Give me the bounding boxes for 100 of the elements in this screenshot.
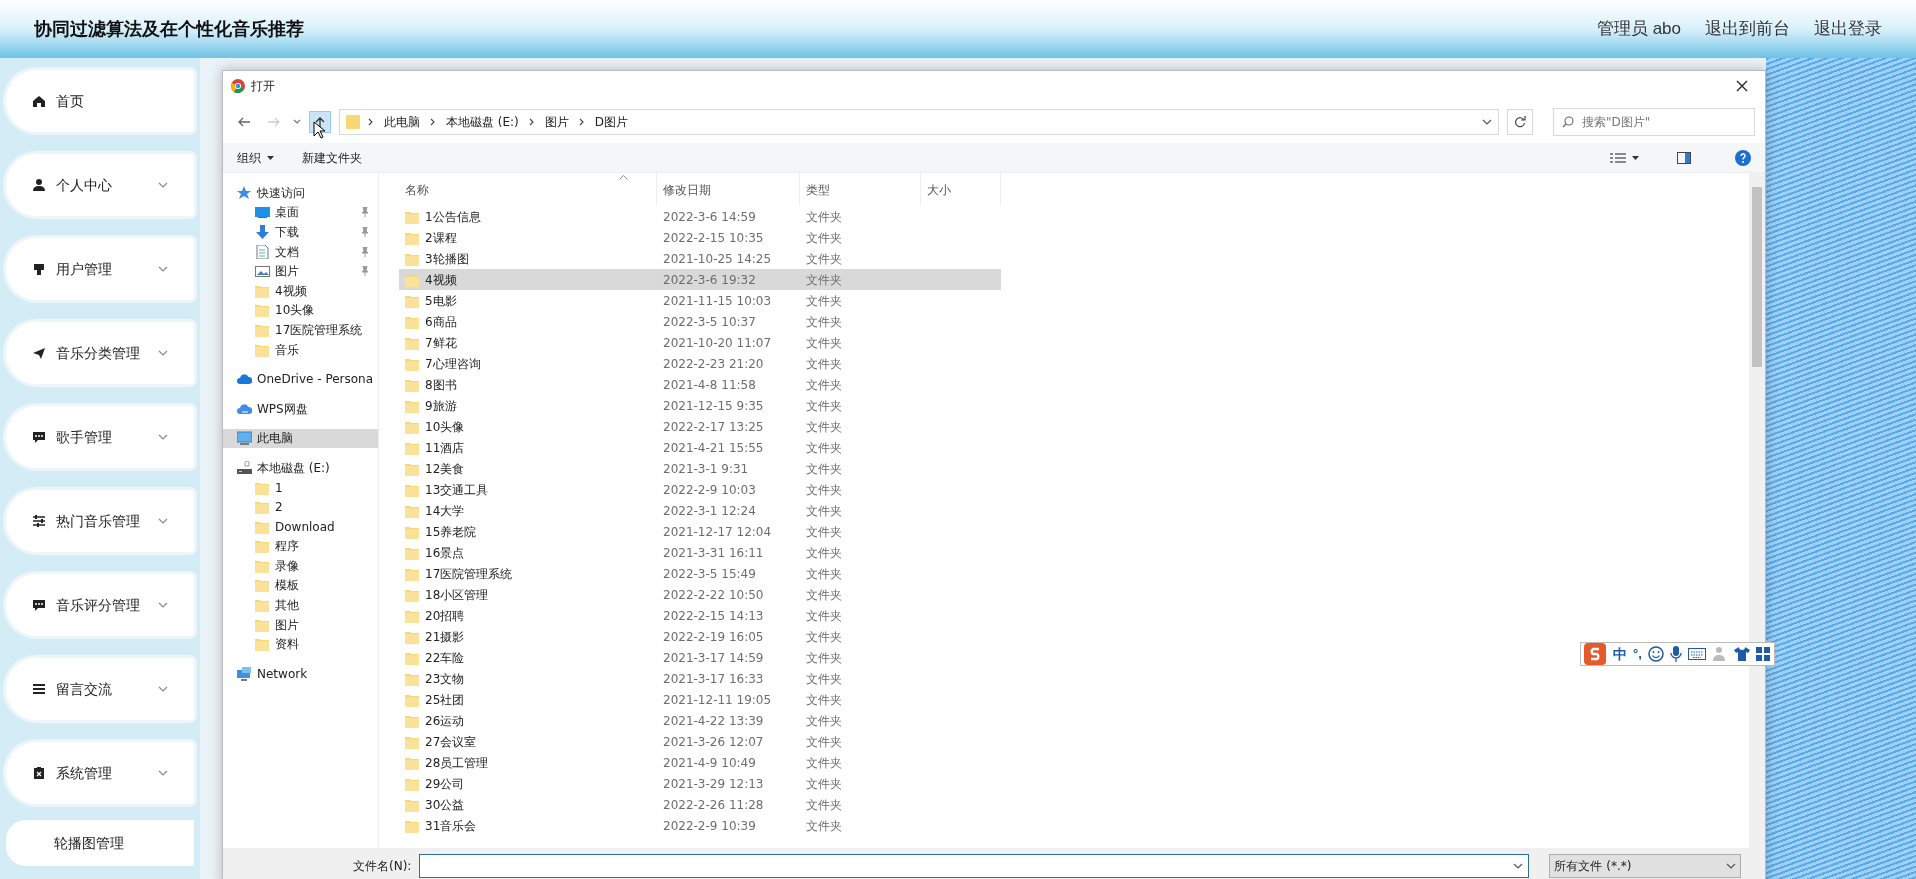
close-icon xyxy=(1736,80,1748,92)
file-row[interactable]: 9旅游 2021-12-15 9:35 文件夹 xyxy=(399,395,1001,416)
sidebar-submenu-item[interactable]: 轮播图管理 xyxy=(6,820,194,866)
file-row[interactable]: 23文物 2021-3-17 16:33 文件夹 xyxy=(399,668,1001,689)
nav-item[interactable]: 资料 xyxy=(223,634,378,655)
modified-date: 2021-4-21 15:55 xyxy=(662,439,765,457)
file-row[interactable]: 22车险 2021-3-17 14:59 文件夹 xyxy=(399,647,1001,668)
file-row[interactable]: 5电影 2021-11-15 10:03 文件夹 xyxy=(399,290,1001,311)
nav-item[interactable]: 4视频 xyxy=(223,280,378,301)
nav-item[interactable]: 其他 xyxy=(223,595,378,615)
header-link[interactable]: 退出登录 xyxy=(1814,16,1882,42)
toolbar-button[interactable]: 新建文件夹 xyxy=(302,148,362,167)
folder-icon xyxy=(405,545,419,560)
file-type: 文件夹 xyxy=(805,565,843,583)
file-name-field[interactable] xyxy=(419,854,1530,878)
file-row[interactable]: 7鲜花 2021-10-20 11:07 文件夹 xyxy=(399,332,1001,353)
header-link[interactable]: 管理员 abo xyxy=(1596,16,1681,42)
breadcrumb-item[interactable]: 此电脑 xyxy=(382,113,422,131)
file-row[interactable]: 3轮播图 2021-10-25 14:25 文件夹 xyxy=(399,248,1001,269)
header-link[interactable]: 退出到前台 xyxy=(1705,16,1790,42)
file-row[interactable]: 17医院管理系统 2022-3-5 15:49 文件夹 xyxy=(399,563,1001,584)
sidebar-menu-item[interactable]: 个人中心 xyxy=(6,154,194,216)
file-row[interactable]: 15养老院 2021-12-17 12:04 文件夹 xyxy=(399,521,1001,542)
sidebar-menu-item[interactable]: 系统管理 xyxy=(6,742,194,804)
nav-item[interactable]: 模板 xyxy=(223,575,378,596)
file-row[interactable]: 13交通工具 2022-2-9 10:03 文件夹 xyxy=(399,479,1001,500)
input-mode-toggle[interactable]: 中 xyxy=(1613,643,1627,665)
nav-item[interactable]: 快速访问 xyxy=(223,183,378,203)
file-type-dropdown[interactable]: 所有文件 (*.*) xyxy=(1549,854,1742,878)
nav-item[interactable]: 此电脑 xyxy=(223,428,378,449)
file-row[interactable]: 4视频 2022-3-6 19:32 文件夹 xyxy=(399,269,1001,290)
clipboard-icon xyxy=(32,766,46,780)
column-header[interactable]: 大小 xyxy=(921,173,1001,206)
file-row[interactable]: 28员工管理 2021-4-9 10:49 文件夹 xyxy=(399,752,1001,773)
punctuation-toggle[interactable]: °, xyxy=(1633,644,1642,664)
modified-date: 2021-12-15 9:35 xyxy=(662,397,765,415)
file-type: 文件夹 xyxy=(805,796,843,814)
nav-item[interactable]: 2 xyxy=(223,497,378,517)
file-row[interactable]: 12美食 2021-3-1 9:31 文件夹 xyxy=(399,458,1001,479)
sidebar-menu-item[interactable]: 热门音乐管理 xyxy=(6,490,194,552)
nav-item[interactable]: 图片 xyxy=(223,261,378,281)
nav-item[interactable]: 程序 xyxy=(223,536,378,557)
preview-pane-button[interactable] xyxy=(1677,151,1691,164)
help-button[interactable] xyxy=(1735,149,1751,166)
file-row[interactable]: 7心理咨询 2022-2-23 21:20 文件夹 xyxy=(399,353,1001,374)
sidebar-menu-item[interactable]: 留言交流 xyxy=(6,658,194,720)
nav-item[interactable]: 17医院管理系统 xyxy=(223,320,378,340)
nav-item[interactable]: 下载 xyxy=(223,222,378,242)
chevron-down-icon xyxy=(158,182,168,188)
chevron-right-icon xyxy=(368,118,374,126)
paper-plane-icon xyxy=(32,346,46,360)
nav-item[interactable]: 10头像 xyxy=(223,300,378,321)
nav-item[interactable]: Download xyxy=(223,516,378,537)
column-header[interactable]: 修改日期 xyxy=(657,173,800,206)
file-row[interactable]: 10头像 2022-2-17 13:25 文件夹 xyxy=(399,416,1001,437)
view-options-button[interactable] xyxy=(1610,151,1639,164)
nav-item[interactable]: WPS网盘 xyxy=(223,398,378,419)
file-row[interactable]: 31音乐会 2022-2-9 10:39 文件夹 xyxy=(399,815,1001,836)
file-row[interactable]: 29公司 2021-3-29 12:13 文件夹 xyxy=(399,773,1001,794)
file-row[interactable]: 11酒店 2021-4-21 15:55 文件夹 xyxy=(399,437,1001,458)
keyboard-icon xyxy=(1687,648,1706,660)
nav-item[interactable]: OneDrive - Persona xyxy=(223,369,378,389)
file-row[interactable]: 18小区管理 2022-2-22 10:50 文件夹 xyxy=(399,584,1001,605)
file-row[interactable]: 25社团 2021-12-11 19:05 文件夹 xyxy=(399,689,1001,710)
search-field[interactable]: 搜索"D图片" xyxy=(1553,108,1755,136)
file-row[interactable]: 27会议室 2021-3-26 12:07 文件夹 xyxy=(399,731,1001,752)
file-row[interactable]: 26运动 2021-4-22 13:39 文件夹 xyxy=(399,710,1001,731)
nav-item[interactable]: 图片 xyxy=(223,614,378,635)
sidebar-menu-item[interactable]: 音乐分类管理 xyxy=(6,322,194,384)
file-row[interactable]: 14大学 2022-3-1 12:24 文件夹 xyxy=(399,500,1001,521)
column-header[interactable]: 名称 xyxy=(399,173,657,206)
scrollbar[interactable] xyxy=(1749,173,1765,848)
nav-item[interactable]: 音乐 xyxy=(223,339,378,360)
sidebar-menu-item[interactable]: 歌手管理 xyxy=(6,406,194,468)
nav-item[interactable]: 文档 xyxy=(223,241,378,262)
address-bar[interactable]: 此电脑 本地磁盘 (E:) 图片 D图片 xyxy=(339,109,1499,135)
file-row[interactable]: 21摄影 2022-2-19 16:05 文件夹 xyxy=(399,626,1001,647)
sidebar-menu-item[interactable]: 音乐评分管理 xyxy=(6,574,194,636)
column-header[interactable]: 类型 xyxy=(800,173,921,206)
toolbar-button[interactable]: 组织 xyxy=(237,148,274,167)
breadcrumb-item[interactable]: 本地磁盘 (E:) xyxy=(444,113,521,131)
nav-item[interactable]: 本地磁盘 (E:) xyxy=(223,458,378,478)
breadcrumb-item[interactable]: 图片 xyxy=(542,113,571,131)
nav-item[interactable]: Network xyxy=(223,664,378,684)
file-row[interactable]: 1公告信息 2022-3-6 14:59 文件夹 xyxy=(399,206,1001,227)
file-row[interactable]: 8图书 2021-4-8 11:58 文件夹 xyxy=(399,374,1001,395)
file-row[interactable]: 16景点 2021-3-31 16:11 文件夹 xyxy=(399,542,1001,563)
sidebar-menu-item[interactable]: 首页 xyxy=(6,70,194,132)
file-name: 12美食 xyxy=(425,460,465,478)
nav-item[interactable]: 桌面 xyxy=(223,202,378,223)
file-row[interactable]: 30公益 2022-2-26 11:28 文件夹 xyxy=(399,794,1001,815)
file-row[interactable]: 6商品 2022-3-5 10:37 文件夹 xyxy=(399,311,1001,332)
breadcrumb-item[interactable]: D图片 xyxy=(592,113,631,131)
sidebar-menu-item[interactable]: 用户管理 xyxy=(6,238,194,300)
file-row[interactable]: 2课程 2022-2-15 10:35 文件夹 xyxy=(399,227,1001,248)
scrollbar-thumb[interactable] xyxy=(1752,187,1762,367)
nav-item[interactable]: 录像 xyxy=(223,556,378,576)
file-row[interactable]: 20招聘 2022-2-15 14:13 文件夹 xyxy=(399,605,1001,626)
nav-item[interactable]: 1 xyxy=(223,477,378,498)
refresh-button[interactable] xyxy=(1507,109,1533,135)
